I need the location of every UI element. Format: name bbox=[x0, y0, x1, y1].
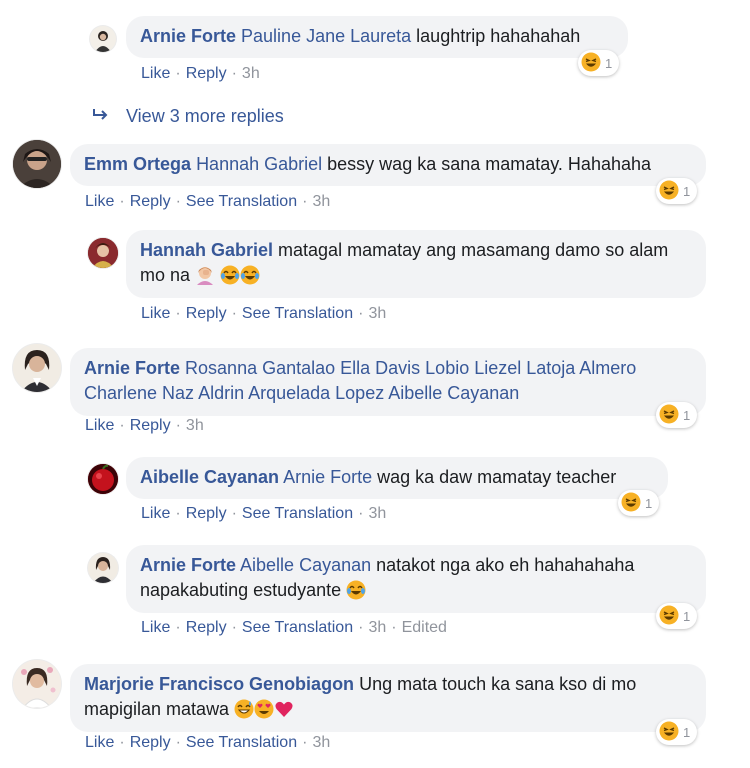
timestamp[interactable]: 3h bbox=[312, 193, 330, 210]
comment-bubble: Marjorie Francisco Genobiagon Ung mata t… bbox=[70, 664, 706, 732]
like-link[interactable]: Like bbox=[141, 305, 170, 322]
haha-emoji-icon bbox=[659, 721, 679, 744]
comment-text: wag ka daw mamatay teacher bbox=[372, 467, 617, 487]
view-more-label: View 3 more replies bbox=[126, 106, 284, 126]
comment-text: laughtrip hahahahah bbox=[411, 26, 581, 46]
see-translation-link[interactable]: See Translation bbox=[186, 193, 297, 210]
reaction-count: 1 bbox=[605, 55, 613, 71]
reaction-badge[interactable]: 1 bbox=[578, 50, 620, 76]
mention-link[interactable]: Pauline Jane Laureta bbox=[241, 26, 411, 46]
mention-link[interactable]: Hannah Gabriel bbox=[196, 154, 322, 174]
crying-laughing-emoji-icon bbox=[346, 580, 366, 607]
comment-bubble: Arnie Forte Aibelle Cayanan natakot nga … bbox=[126, 545, 706, 613]
comment-bubble: Arnie Forte Pauline Jane Laureta laughtr… bbox=[126, 16, 628, 58]
reaction-badge[interactable]: 1 bbox=[656, 719, 698, 745]
timestamp[interactable]: 3h bbox=[186, 417, 204, 434]
timestamp[interactable]: 3h bbox=[312, 734, 330, 751]
timestamp[interactable]: 3h bbox=[368, 305, 386, 322]
timestamp[interactable]: 3h bbox=[368, 619, 386, 636]
grinning-sweat-emoji-icon bbox=[234, 699, 254, 726]
reply-arrow-icon bbox=[92, 106, 126, 127]
reaction-count: 1 bbox=[683, 407, 691, 423]
reaction-badge[interactable]: 1 bbox=[618, 490, 660, 516]
see-translation-link[interactable]: See Translation bbox=[242, 305, 353, 322]
timestamp[interactable]: 3h bbox=[242, 65, 260, 82]
see-translation-link[interactable]: See Translation bbox=[186, 734, 297, 751]
view-more-replies-link[interactable]: View 3 more replies bbox=[92, 106, 284, 127]
reaction-count: 1 bbox=[645, 495, 653, 511]
timestamp[interactable]: 3h bbox=[368, 505, 386, 522]
comment-actions: Like · Reply · See Translation · 3h bbox=[141, 305, 387, 322]
haha-emoji-icon bbox=[621, 492, 641, 515]
comment-bubble: Emm Ortega Hannah Gabriel bessy wag ka s… bbox=[70, 144, 706, 186]
haha-emoji-icon bbox=[659, 404, 679, 427]
crying-laughing-emoji-icon bbox=[240, 265, 260, 292]
comment-actions: Like · Reply · See Translation · 3h bbox=[85, 734, 331, 751]
comment-bubble: Aibelle Cayanan Arnie Forte wag ka daw m… bbox=[126, 457, 668, 499]
reaction-count: 1 bbox=[683, 608, 691, 624]
avatar[interactable] bbox=[90, 26, 116, 52]
like-link[interactable]: Like bbox=[141, 65, 170, 82]
reply-link[interactable]: Reply bbox=[186, 305, 227, 322]
comment-actions: Like · Reply · See Translation · 3h bbox=[141, 505, 387, 522]
comment-bubble: Arnie Forte Rosanna Gantalao Ella Davis … bbox=[70, 348, 706, 416]
comment-author[interactable]: Arnie Forte bbox=[84, 358, 180, 378]
crying-laughing-emoji-icon bbox=[220, 265, 240, 292]
reaction-count: 1 bbox=[683, 724, 691, 740]
see-translation-link[interactable]: See Translation bbox=[242, 505, 353, 522]
avatar[interactable] bbox=[13, 140, 61, 188]
comment-author[interactable]: Marjorie Francisco Genobiagon bbox=[84, 674, 354, 694]
avatar[interactable] bbox=[13, 344, 61, 392]
reply-link[interactable]: Reply bbox=[186, 505, 227, 522]
reaction-badge[interactable]: 1 bbox=[656, 402, 698, 428]
reaction-count: 1 bbox=[683, 183, 691, 199]
haha-emoji-icon bbox=[659, 605, 679, 628]
comment-text: bessy wag ka sana mamatay. Hahahaha bbox=[322, 154, 652, 174]
edited-label[interactable]: Edited bbox=[402, 619, 447, 636]
reply-link[interactable]: Reply bbox=[130, 417, 171, 434]
like-link[interactable]: Like bbox=[141, 619, 170, 636]
reaction-badge[interactable]: 1 bbox=[656, 603, 698, 629]
comment-author[interactable]: Emm Ortega bbox=[84, 154, 191, 174]
comment-author[interactable]: Aibelle Cayanan bbox=[140, 467, 279, 487]
like-link[interactable]: Like bbox=[85, 193, 114, 210]
comment-bubble: Hannah Gabriel matagal mamatay ang masam… bbox=[126, 230, 706, 298]
comment-author[interactable]: Arnie Forte bbox=[140, 555, 236, 575]
mention-link[interactable]: Arnie Forte bbox=[283, 467, 372, 487]
facepalm-emoji-icon bbox=[195, 265, 215, 292]
comment-actions: Like · Reply · See Translation · 3h bbox=[85, 193, 331, 210]
red-heart-icon bbox=[274, 699, 294, 726]
comment-author[interactable]: Hannah Gabriel bbox=[140, 240, 273, 260]
like-link[interactable]: Like bbox=[85, 417, 114, 434]
reply-link[interactable]: Reply bbox=[186, 619, 227, 636]
comment-actions: Like · Reply · 3h bbox=[85, 417, 204, 434]
avatar[interactable] bbox=[13, 660, 61, 708]
comment-actions: Like · Reply · See Translation · 3h · Edited bbox=[141, 619, 447, 636]
reply-link[interactable]: Reply bbox=[186, 65, 227, 82]
avatar[interactable] bbox=[88, 553, 118, 583]
reply-link[interactable]: Reply bbox=[130, 734, 171, 751]
like-link[interactable]: Like bbox=[85, 734, 114, 751]
reply-link[interactable]: Reply bbox=[130, 193, 171, 210]
see-translation-link[interactable]: See Translation bbox=[242, 619, 353, 636]
avatar[interactable] bbox=[88, 464, 118, 494]
comment-author[interactable]: Arnie Forte bbox=[140, 26, 236, 46]
mention-link[interactable]: Aibelle Cayanan bbox=[240, 555, 371, 575]
heart-eyes-emoji-icon bbox=[254, 699, 274, 726]
comment-actions: Like · Reply · 3h bbox=[141, 65, 260, 82]
like-link[interactable]: Like bbox=[141, 505, 170, 522]
avatar[interactable] bbox=[88, 238, 118, 268]
haha-emoji-icon bbox=[659, 180, 679, 203]
haha-emoji-icon bbox=[581, 52, 601, 75]
reaction-badge[interactable]: 1 bbox=[656, 178, 698, 204]
